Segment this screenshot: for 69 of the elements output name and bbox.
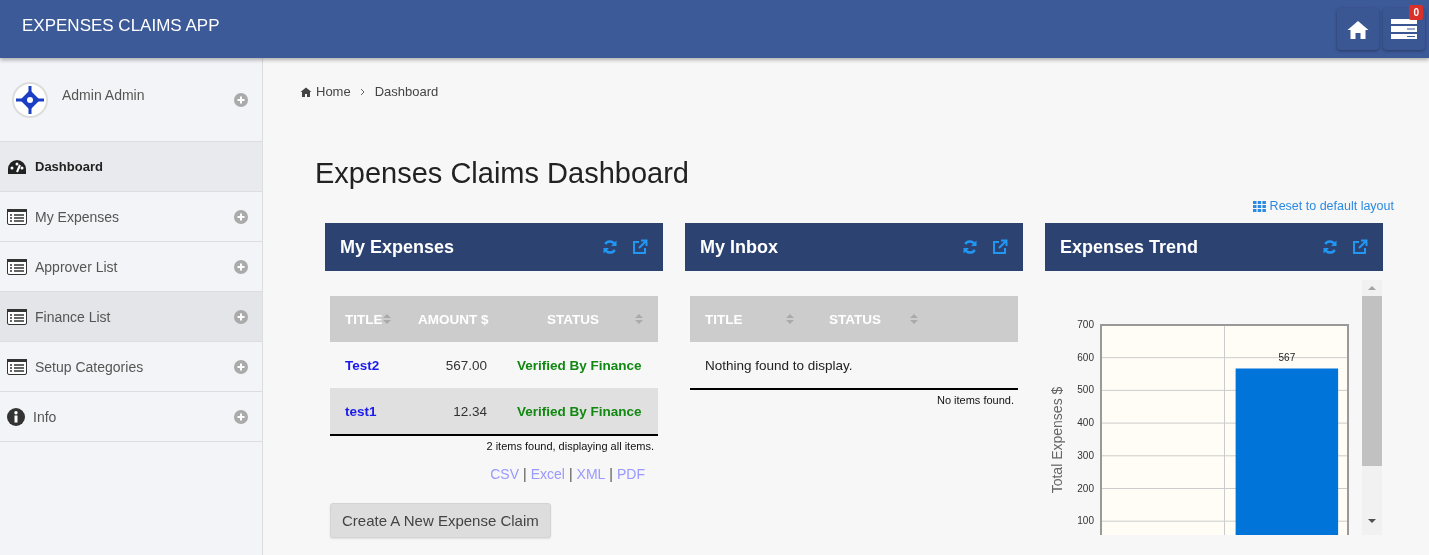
scroll-down-icon[interactable] — [1367, 517, 1377, 525]
plus-icon[interactable] — [234, 259, 248, 274]
item-count: No items found. — [936, 394, 1014, 406]
list-icon — [7, 308, 27, 325]
server-icon — [1391, 19, 1417, 39]
panel-header: My Expenses — [325, 223, 663, 271]
plus-icon[interactable] — [234, 92, 248, 107]
list-icon — [7, 208, 27, 225]
create-claim-button[interactable]: Create A New Expense Claim — [330, 503, 551, 538]
refresh-icon[interactable] — [602, 239, 618, 255]
axis-tick-label: 500 — [1077, 384, 1094, 396]
home-button[interactable] — [1337, 8, 1379, 50]
dashboard-icon — [7, 158, 27, 175]
separator: | — [523, 466, 527, 482]
amount-cell: 12.34 — [453, 403, 487, 419]
external-link-icon[interactable] — [992, 239, 1008, 255]
axis-tick-label: 600 — [1077, 351, 1094, 363]
info-icon — [7, 407, 25, 426]
avatar-icon — [12, 81, 48, 118]
refresh-icon[interactable] — [962, 239, 978, 255]
plus-icon[interactable] — [234, 209, 248, 224]
axis-tick-label: 100 — [1077, 515, 1094, 527]
refresh-icon[interactable] — [1322, 239, 1338, 255]
plus-icon[interactable] — [234, 309, 248, 324]
sort-icon[interactable] — [910, 313, 918, 325]
sort-icon[interactable] — [382, 313, 391, 325]
external-link-icon[interactable] — [1352, 239, 1368, 255]
scroll-up-icon[interactable] — [1367, 284, 1377, 292]
separator: | — [609, 466, 613, 482]
app-title: EXPENSES CLAIMS APP — [22, 16, 221, 36]
axis-tick-label: 200 — [1077, 482, 1094, 494]
axis-tick-label: 300 — [1077, 449, 1094, 461]
axis-tick-label: 700 — [1077, 319, 1094, 330]
separator: | — [568, 466, 573, 482]
external-link-icon[interactable] — [632, 239, 648, 255]
sidebar-item[interactable]: Dashboard — [0, 142, 262, 192]
claim-link[interactable]: Test2 — [345, 357, 380, 373]
plus-icon[interactable] — [234, 359, 248, 374]
item-count: 2 items found, displaying all items. — [486, 440, 654, 452]
sort-icon[interactable] — [635, 313, 643, 325]
breadcrumb-link[interactable]: Dashboard — [374, 84, 439, 99]
page-title: Expenses Claims Dashboard — [315, 157, 690, 190]
claim-link[interactable]: test1 — [345, 403, 377, 419]
panel-header: My Inbox — [685, 223, 1023, 271]
status-cell: Verified By Finance — [517, 403, 642, 419]
list-icon — [7, 258, 27, 275]
sort-icon[interactable] — [786, 313, 794, 325]
sidebar-item[interactable]: My Expenses — [0, 192, 262, 242]
sidebar-item[interactable]: Finance List — [0, 292, 262, 342]
grid-icon — [1252, 200, 1266, 212]
home-icon — [300, 86, 312, 97]
empty-message: Nothing found to display. — [704, 357, 853, 373]
notification-badge: 0 — [1409, 5, 1423, 20]
axis-title: Total Expenses $ — [1049, 386, 1065, 494]
axis-tick-label: 400 — [1077, 417, 1094, 429]
scrollbar[interactable] — [1362, 280, 1382, 535]
status-cell: Verified By Finance — [517, 357, 642, 373]
panel-header: Expenses Trend — [1045, 223, 1383, 271]
list-icon — [7, 358, 27, 375]
reset-layout-link[interactable]: Reset to default layout — [1252, 199, 1394, 213]
user-name: Admin Admin — [62, 86, 146, 103]
home-icon — [1347, 19, 1369, 39]
sidebar-item[interactable]: Setup Categories — [0, 342, 262, 392]
data-label: 567 — [1278, 352, 1296, 364]
notifications-button[interactable]: 0 — [1383, 8, 1425, 50]
plus-icon[interactable] — [234, 409, 248, 424]
amount-cell: 567.00 — [445, 357, 487, 373]
breadcrumb-link[interactable]: Home — [300, 84, 351, 99]
sidebar-item[interactable]: Info — [0, 392, 262, 442]
